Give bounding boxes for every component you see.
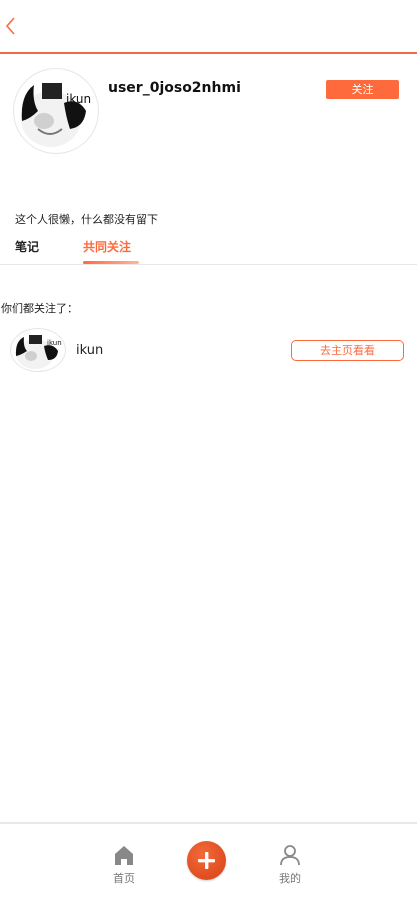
list-item[interactable]: ikun ikun 去主页看看 xyxy=(0,326,417,374)
nav-me-label: 我的 xyxy=(279,872,301,885)
profile-tabs: 笔记 共同关注 xyxy=(0,237,417,265)
add-post-button[interactable] xyxy=(187,841,226,880)
top-bar xyxy=(0,0,417,54)
nav-me[interactable]: 我的 xyxy=(270,844,310,886)
back-button[interactable] xyxy=(2,14,22,38)
tab-notes[interactable]: 笔记 xyxy=(15,238,39,255)
plus-icon xyxy=(198,852,215,869)
visit-profile-button[interactable]: 去主页看看 xyxy=(291,340,404,361)
svg-text:ikun: ikun xyxy=(47,339,62,347)
bottom-nav: 首页 我的 xyxy=(0,822,417,899)
chevron-left-icon xyxy=(5,17,15,35)
nav-home-label: 首页 xyxy=(113,872,135,885)
user-icon xyxy=(280,845,300,866)
common-follows-title: 你们都关注了： xyxy=(1,302,78,315)
profile-username: user_0joso2nhmi xyxy=(108,80,241,96)
tab-common-follows[interactable]: 共同关注 xyxy=(83,238,131,255)
svg-text:ikun: ikun xyxy=(66,92,91,106)
meme-avatar-icon: ikun xyxy=(15,335,62,369)
avatar[interactable]: ikun xyxy=(10,328,66,372)
active-tab-indicator xyxy=(83,261,139,264)
profile-avatar: ikun xyxy=(13,68,99,154)
profile-bio: 这个人很懒，什么都没有留下 xyxy=(15,213,158,226)
follow-button[interactable]: 关注 xyxy=(326,80,399,99)
user-name[interactable]: ikun xyxy=(76,343,103,358)
nav-home[interactable]: 首页 xyxy=(104,844,144,886)
meme-avatar-icon: ikun xyxy=(21,83,91,147)
home-icon xyxy=(115,846,133,865)
